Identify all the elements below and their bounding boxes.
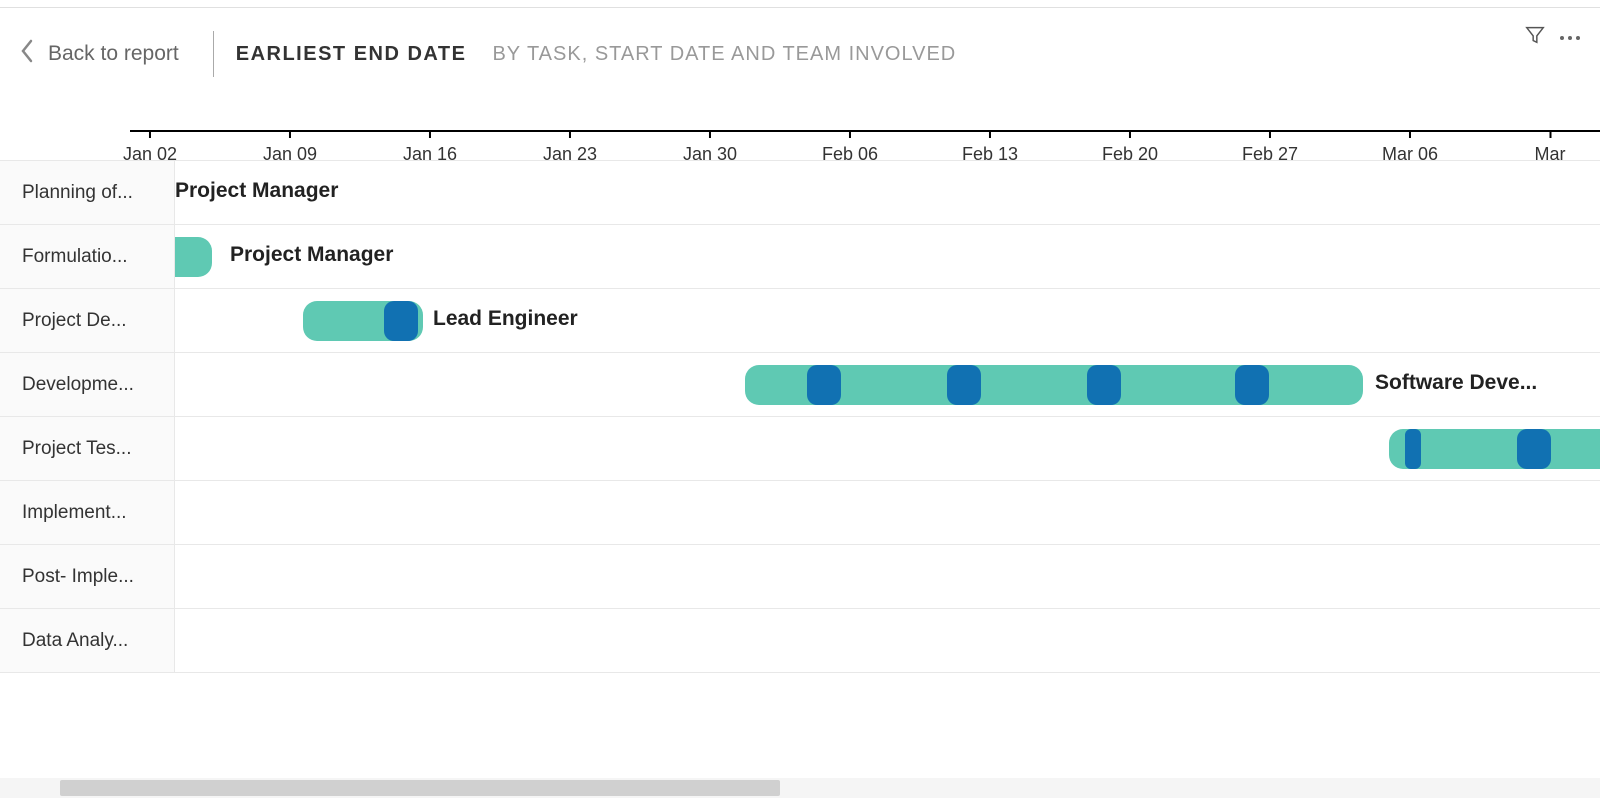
row-label-cell: Implement... (0, 481, 175, 544)
row-label: Formulatio... (22, 246, 128, 268)
back-to-report-link[interactable]: Back to report (20, 39, 179, 69)
header-divider (213, 31, 214, 77)
row-label: Project Tes... (22, 438, 131, 460)
row-label: Data Analy... (22, 630, 128, 652)
row-canvas: Software Deve... (175, 353, 1600, 416)
back-label: Back to report (48, 42, 179, 66)
row-label: Developme... (22, 374, 134, 396)
row-canvas: Project Manager (175, 225, 1600, 288)
row-label-cell: Data Analy... (0, 609, 175, 672)
header: Back to report EARLIEST END DATE BY TASK… (0, 8, 1600, 100)
chevron-left-icon (20, 39, 34, 69)
milestone-marker[interactable] (1405, 429, 1421, 469)
milestone-marker[interactable] (1517, 429, 1551, 469)
row-label: Planning of... (22, 182, 133, 204)
gantt-chart[interactable]: Planning of...Project ManagerFormulatio.… (0, 160, 1600, 673)
row-canvas (175, 417, 1600, 480)
filter-icon[interactable] (1524, 24, 1546, 51)
bar-team-label: Lead Engineer (433, 307, 578, 331)
horizontal-scrollbar-thumb[interactable] (60, 780, 780, 796)
row-label: Project De... (22, 310, 127, 332)
more-options-icon[interactable] (1560, 36, 1580, 40)
row-label-cell: Developme... (0, 353, 175, 416)
gantt-bar[interactable] (175, 237, 212, 277)
milestone-marker[interactable] (947, 365, 981, 405)
title-primary: EARLIEST END DATE (236, 43, 467, 66)
row-label: Post- Imple... (22, 566, 134, 588)
milestone-marker[interactable] (807, 365, 841, 405)
milestone-marker[interactable] (384, 301, 418, 341)
gantt-row[interactable]: Project De... Lead Engineer (0, 289, 1600, 353)
gantt-row[interactable]: Post- Imple... (0, 545, 1600, 609)
milestone-marker[interactable] (1235, 365, 1269, 405)
title-secondary: BY TASK, START DATE AND TEAM INVOLVED (492, 43, 956, 66)
row-canvas: Project Manager (175, 161, 1600, 224)
bar-team-label: Software Deve... (1375, 371, 1537, 395)
bar-team-label: Project Manager (230, 243, 393, 267)
row-canvas (175, 609, 1600, 672)
gantt-row[interactable]: Planning of... Project Manager (0, 161, 1600, 225)
horizontal-scrollbar-track[interactable] (0, 778, 1600, 798)
row-canvas (175, 545, 1600, 608)
timeline-axis: Jan 02Jan 09Jan 16Jan 23Jan 30Feb 06Feb … (0, 100, 1600, 160)
row-label-cell: Formulatio... (0, 225, 175, 288)
gantt-row[interactable]: Implement... (0, 481, 1600, 545)
bar-team-label: Project Manager (175, 179, 338, 203)
gantt-row[interactable]: Formulatio... Project Manager (0, 225, 1600, 289)
gantt-row[interactable]: Project Tes... (0, 417, 1600, 481)
gantt-row[interactable]: Developme... Software Deve... (0, 353, 1600, 417)
row-label-cell: Project Tes... (0, 417, 175, 480)
row-label-cell: Post- Imple... (0, 545, 175, 608)
row-canvas (175, 481, 1600, 544)
row-canvas: Lead Engineer (175, 289, 1600, 352)
milestone-marker[interactable] (1087, 365, 1121, 405)
row-label: Implement... (22, 502, 127, 524)
gantt-row[interactable]: Data Analy... (0, 609, 1600, 673)
row-label-cell: Project De... (0, 289, 175, 352)
row-label-cell: Planning of... (0, 161, 175, 224)
